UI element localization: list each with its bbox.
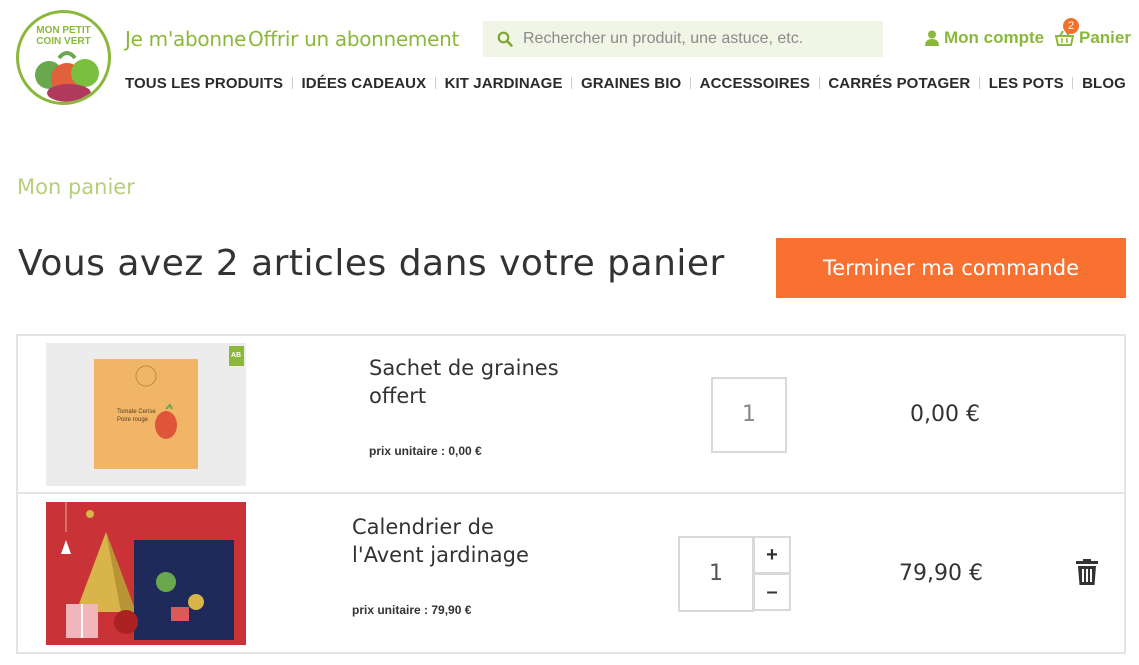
user-icon (925, 30, 939, 46)
unit-price: prix unitaire : 0,00 € (369, 444, 482, 458)
account-link[interactable]: Mon compte (925, 28, 1044, 48)
nav-separator (818, 77, 820, 89)
cart-link[interactable]: 2 Panier (1055, 18, 1131, 48)
cart-count-badge: 2 (1063, 18, 1079, 34)
checkout-button[interactable]: Terminer ma commande (776, 238, 1126, 298)
search-icon[interactable] (497, 31, 513, 47)
nav-item-organic-seeds[interactable]: GRAINES BIO (581, 75, 681, 92)
search-input[interactable] (523, 21, 873, 57)
cart-row: Calendrier de l'Avent jardinage prix uni… (18, 495, 1124, 653)
cart-items-table: Tomate Cerise Poire rouge AB Sachet de g… (16, 334, 1126, 654)
decrease-quantity-button[interactable]: – (753, 573, 791, 611)
unit-price: prix unitaire : 79,90 € (352, 603, 472, 617)
nav-item-accessories[interactable]: ACCESSOIRES (700, 75, 810, 92)
account-label: Mon compte (944, 28, 1045, 47)
advent-calendar-image[interactable] (46, 502, 246, 645)
nav-separator (689, 77, 691, 89)
nav-separator (979, 77, 981, 89)
nav-separator (434, 77, 436, 89)
trash-icon[interactable] (1076, 559, 1098, 585)
cart-label: Panier (1079, 28, 1131, 47)
nav-item-blog[interactable]: BLOG (1082, 75, 1126, 92)
nav-item-gift-ideas[interactable]: IDÉES CADEAUX (302, 75, 427, 92)
nav-item-vegetable-squares[interactable]: CARRÉS POTAGER (828, 75, 970, 92)
increase-quantity-button[interactable]: + (753, 536, 791, 574)
seed-packet-image[interactable]: Tomate Cerise Poire rouge AB (46, 343, 246, 486)
packet-text-line1: Tomate Cerise (117, 409, 156, 415)
product-name[interactable]: Calendrier de l'Avent jardinage (352, 513, 572, 569)
nav-item-gardening-kit[interactable]: KIT JARDINAGE (445, 75, 563, 92)
nav-item-pots[interactable]: LES POTS (989, 75, 1064, 92)
search-bar[interactable] (483, 21, 883, 57)
page-title: Vous avez 2 articles dans votre panier (18, 243, 725, 284)
gift-subscription-link[interactable]: Offrir un abonnement (248, 27, 459, 51)
line-price: 79,90 € (899, 561, 983, 586)
quantity-field[interactable]: 1 (678, 536, 754, 612)
logo-vegetables-illustration (35, 51, 99, 102)
packet-text-line2: Poire rouge (117, 417, 149, 423)
line-price: 0,00 € (910, 402, 980, 427)
organic-badge-icon: AB (231, 352, 241, 359)
cart-row: Tomate Cerise Poire rouge AB Sachet de g… (18, 336, 1124, 494)
site-logo[interactable]: MON PETIT COIN VERT (16, 10, 111, 105)
subscribe-link[interactable]: Je m'abonne (125, 27, 246, 51)
nav-item-all-products[interactable]: TOUS LES PRODUITS (125, 75, 283, 92)
nav-separator (1072, 77, 1074, 89)
nav-separator (571, 77, 573, 89)
quantity-field: 1 (711, 377, 787, 453)
main-navigation: TOUS LES PRODUITS IDÉES CADEAUX KIT JARD… (125, 73, 1126, 93)
product-name[interactable]: Sachet de graines offert (369, 354, 589, 410)
breadcrumb[interactable]: Mon panier (17, 175, 135, 199)
nav-separator (291, 77, 293, 89)
